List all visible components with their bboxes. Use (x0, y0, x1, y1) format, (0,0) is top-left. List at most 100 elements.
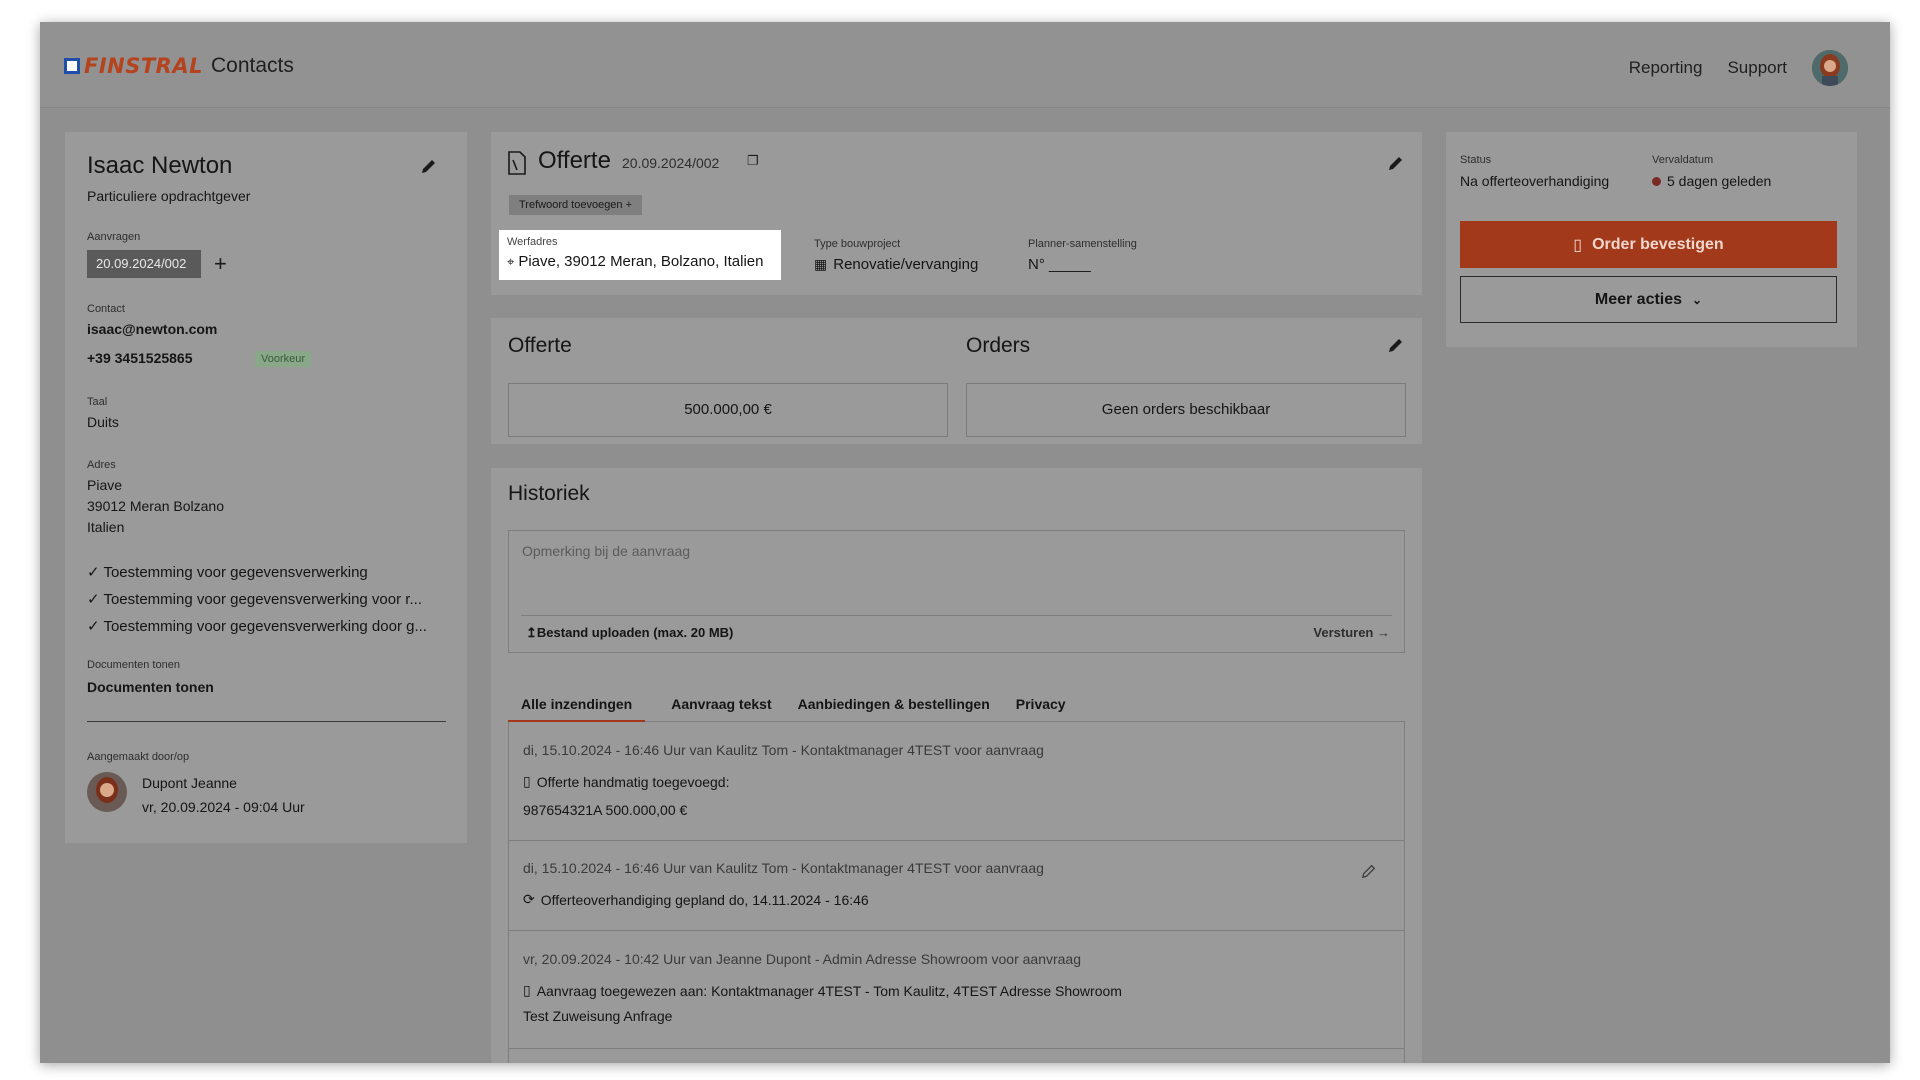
contact-panel: Isaac Newton Particuliere opdrachtgever … (65, 132, 467, 843)
requests-label: Aanvragen (87, 231, 141, 243)
divider (87, 721, 446, 722)
created-label: Aangemaakt door/op (87, 751, 190, 763)
documents-label: Documenten tonen (87, 659, 180, 671)
more-actions-button[interactable]: Meer acties ⌄ (1460, 276, 1837, 323)
quote-number: 20.09.2024/002 (622, 155, 720, 171)
consent-text: Toestemming voor gegevensverwerking (103, 564, 368, 581)
logo-text: FINSTRAL (84, 54, 203, 78)
address-label: Adres (87, 459, 116, 471)
site-address-label: Werfadres (507, 236, 558, 248)
contact-phone[interactable]: +39 3451525865 (87, 350, 193, 366)
due-text: 5 dagen geleden (1667, 173, 1772, 189)
history-meta: di, 15.10.2024 - 16:46 Uur van Kaulitz T… (523, 860, 1044, 876)
avatar-image-icon (1812, 50, 1848, 86)
contact-label: Contact (87, 303, 125, 315)
history-text: Offerteoverhandiging gepland do, 14.11.2… (540, 891, 869, 908)
consent-item: ✓ Toestemming voor gegevensverwerking (87, 563, 368, 581)
history-meta: di, 15.10.2024 - 16:46 Uur van Kaulitz T… (523, 742, 1044, 758)
more-actions-label: Meer acties (1594, 290, 1683, 308)
add-keyword-button[interactable]: Trefwoord toevoegen + (509, 195, 643, 215)
project-type-label: Type bouwproject (814, 238, 901, 250)
contact-type: Particuliere opdrachtgever (87, 188, 251, 204)
contact-email[interactable]: isaac@newton.com (87, 321, 217, 337)
chevron-down-icon: ⌄ (1692, 292, 1703, 307)
edit-quote-pencil-icon[interactable] (1387, 154, 1405, 172)
document-icon: ▯ (1573, 236, 1583, 254)
offer-orders-panel: Offerte Orders 500.000,00 € Geen orders … (491, 318, 1422, 444)
copy-icon[interactable]: ❐ (747, 153, 759, 169)
due-label: Vervaldatum (1652, 154, 1714, 166)
orders-summary-title: Orders (966, 334, 1031, 357)
app-name: Contacts (211, 54, 294, 77)
tab-all-submissions[interactable]: Alle inzendingen (508, 696, 646, 722)
tab-offers-orders[interactable]: Aanbiedingen & bestellingen (798, 696, 990, 722)
orders-box[interactable]: Geen orders beschikbaar (966, 383, 1406, 437)
send-label: Versturen (1313, 625, 1374, 640)
language-label: Taal (87, 396, 108, 408)
upload-icon: ↥ (526, 625, 537, 640)
address-line-3: Italien (87, 519, 125, 535)
planner-value: N° _____ (1028, 256, 1091, 273)
site-address-value: Piave, 39012 Meran, Bolzano, Italien (518, 253, 764, 270)
created-date: vr, 20.09.2024 - 09:04 Uur (142, 799, 305, 815)
upload-button[interactable]: ↥Bestand uploaden (max. 20 MB) (526, 625, 733, 641)
building-grid-icon: ▦ (814, 256, 828, 272)
check-icon: ✓ (87, 618, 104, 635)
history-line: ⟳ Offerteoverhandiging gepland do, 14.11.… (523, 891, 869, 908)
history-text: Offerte handmatig toegevoegd: (536, 773, 730, 790)
edit-summary-pencil-icon[interactable] (1387, 336, 1405, 354)
consent-text: Toestemming voor gegevensverwerking door… (103, 618, 427, 635)
consent-item: ✓ Toestemming voor gegevensverwerking do… (87, 617, 427, 635)
creator-name: Dupont Jeanne (142, 775, 237, 791)
consent-text: Toestemming voor gegevensverwerking voor… (103, 591, 422, 608)
history-tabs: Alle inzendingen Aanvraag tekst Aanbiedi… (508, 696, 1405, 722)
logo-square-icon (64, 58, 80, 74)
nav-link-reporting[interactable]: Reporting (1629, 58, 1703, 78)
language-value: Duits (87, 414, 119, 430)
map-pin-icon: ⌖ (507, 253, 515, 269)
check-icon: ✓ (87, 591, 104, 608)
upload-label: Bestand uploaden (max. 20 MB) (536, 625, 734, 640)
tab-request-text[interactable]: Aanvraag tekst (671, 696, 771, 722)
quote-title: Offerte (538, 147, 611, 174)
request-chip[interactable]: 20.09.2024/002 (87, 250, 201, 278)
nav-link-support[interactable]: Support (1727, 58, 1787, 78)
planner-label: Planner-samenstelling (1028, 238, 1137, 250)
history-line: ▯ Aanvraag toegewezen aan: Kontaktmanager… (523, 982, 1122, 999)
offer-amount-box[interactable]: 500.000,00 € (508, 383, 948, 437)
address-line-2: 39012 Meran Bolzano (87, 498, 224, 514)
status-value: Na offerteoverhandiging (1460, 173, 1610, 189)
history-item: di, 15.10.2024 - 16:46 Uur van Kaulitz T… (509, 841, 1404, 931)
check-icon: ✓ (87, 564, 104, 581)
app-window: FINSTRAL Contacts Reporting Support Isaa… (40, 22, 1890, 1063)
documents-link[interactable]: Documenten tonen (87, 679, 214, 695)
project-type-value: Renovatie/vervanging (833, 256, 979, 273)
edit-history-pencil-icon[interactable] (1361, 863, 1377, 879)
site-address-box[interactable]: Werfadres ⌖ Piave, 39012 Meran, Bolzano,… (499, 230, 781, 280)
comment-input[interactable]: Opmerking bij de aanvraag (522, 543, 690, 559)
comment-box[interactable]: Opmerking bij de aanvraag ↥Bestand uploa… (508, 530, 1405, 653)
comment-separator (521, 615, 1392, 616)
due-value: 5 dagen geleden (1652, 173, 1771, 189)
tab-privacy[interactable]: Privacy (1016, 696, 1066, 722)
top-bar: FINSTRAL Contacts Reporting Support (40, 22, 1890, 108)
history-meta: vr, 20.09.2024 - 10:42 Uur van Jeanne Du… (523, 951, 1082, 967)
edit-contact-pencil-icon[interactable] (420, 157, 438, 175)
history-note: Test Zuweisung Anfrage (523, 1008, 673, 1024)
site-address: ⌖ Piave, 39012 Meran, Bolzano, Italien (507, 253, 773, 270)
top-nav: Reporting Support (1629, 50, 1848, 86)
send-button[interactable]: Versturen → (1313, 625, 1390, 640)
creator-avatar-icon (87, 772, 127, 812)
handover-icon: ⟳ (523, 891, 535, 907)
status-label: Status (1460, 154, 1492, 166)
logo[interactable]: FINSTRAL Contacts (64, 54, 294, 78)
confirm-order-button[interactable]: ▯ Order bevestigen (1460, 221, 1837, 268)
history-item: di, 15.10.2024 - 16:46 Uur van Kaulitz T… (509, 722, 1404, 841)
add-request-plus-icon[interactable]: + (214, 250, 227, 278)
preferred-badge: Voorkeur (255, 351, 312, 367)
quote-header-panel: Offerte 20.09.2024/002 ❐ Trefwoord toevo… (491, 132, 1422, 295)
history-line: ▯ Offerte handmatig toegevoegd: (523, 773, 730, 790)
user-avatar[interactable] (1812, 50, 1848, 86)
confirm-order-label: Order bevestigen (1592, 235, 1724, 253)
quote-document-icon (508, 151, 526, 175)
